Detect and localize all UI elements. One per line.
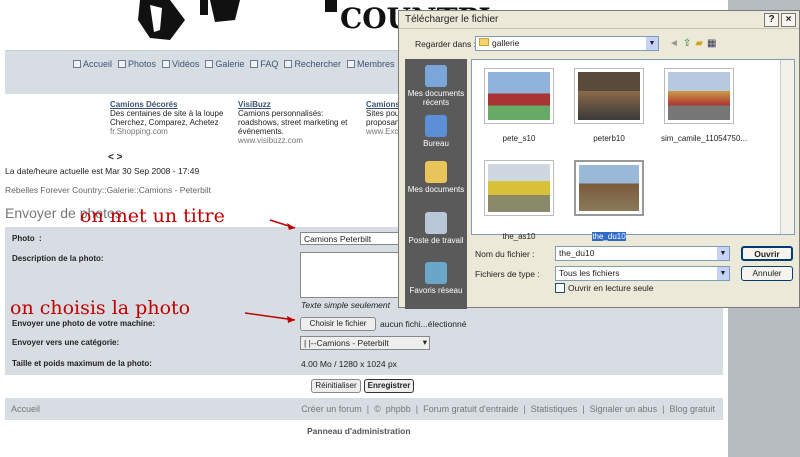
filetype-label: Fichiers de type : (475, 269, 540, 279)
view-menu-icon[interactable]: ▦ (707, 38, 716, 49)
place-network[interactable]: Favoris réseau (405, 262, 467, 295)
search-icon (284, 60, 293, 68)
file-name[interactable]: pete_s10 (474, 134, 564, 143)
forum-footer: Accueil Créer un forum | © phpbb | Forum… (5, 398, 723, 420)
category-label: Envoyer vers une catégorie: (12, 338, 120, 347)
photo-title-input[interactable]: Camions Peterbilt (300, 232, 400, 245)
footer-link[interactable]: Statistiques (531, 404, 578, 414)
size-value: 4.00 Mo / 1280 x 1024 px (301, 359, 397, 369)
footer-link[interactable]: Forum gratuit d'entraide (423, 404, 518, 414)
members-icon (346, 60, 355, 68)
ad-pager[interactable]: < > (108, 152, 122, 163)
nav-rechercher[interactable]: Rechercher (284, 59, 341, 69)
computer-icon (425, 212, 447, 234)
annotation-title: on met un titre (80, 205, 225, 227)
lookin-select[interactable]: gallerie ▼ (475, 36, 659, 51)
filename-input[interactable]: the_du10 ▼ (555, 246, 730, 261)
plain-text-hint: Texte simple seulement (301, 300, 390, 310)
file-thumbnail[interactable] (574, 68, 644, 124)
place-my-documents[interactable]: Mes documents (405, 161, 467, 194)
cancel-button[interactable]: Annuler (741, 266, 793, 281)
open-button[interactable]: Ouvrir (741, 246, 793, 261)
nav-accueil[interactable]: Accueil (73, 59, 112, 69)
description-textarea[interactable] (300, 252, 400, 298)
file-name[interactable]: sim_camile_11054750... (654, 134, 754, 143)
choose-file-button[interactable]: Choisir le fichier (300, 317, 376, 331)
gallery-icon (205, 60, 214, 68)
size-label: Taille et poids maximum de la photo: (12, 359, 152, 368)
place-recent[interactable]: Mes documents récents (405, 65, 467, 107)
photo-icon (118, 60, 127, 68)
readonly-checkbox-row[interactable]: Ouvrir en lecture seule (555, 283, 654, 293)
nav-photos[interactable]: Photos (118, 59, 156, 69)
footer-link[interactable]: Créer un forum (301, 404, 362, 414)
file-thumbnail-selected[interactable] (574, 160, 644, 216)
breadcrumb[interactable]: Rebelles Forever Country::Galerie::Camio… (5, 185, 211, 195)
description-label: Description de la photo: (12, 254, 104, 263)
network-icon (425, 262, 447, 284)
up-folder-icon[interactable]: ⇧ (683, 38, 691, 49)
close-button[interactable]: × (781, 13, 796, 27)
file-name[interactable]: peterb10 (564, 134, 654, 143)
reset-button[interactable]: Réinitialiser (311, 379, 361, 393)
documents-folder-icon (425, 161, 447, 183)
nav-videos[interactable]: Vidéos (162, 59, 199, 69)
video-icon (162, 60, 171, 68)
readonly-checkbox[interactable] (555, 283, 565, 293)
recent-docs-icon (425, 65, 447, 87)
lookin-label: Regarder dans : (415, 39, 476, 49)
places-bar: Mes documents récents Bureau Mes documen… (405, 59, 467, 309)
admin-panel-link[interactable]: Panneau d'administration (307, 426, 411, 436)
no-file-selected: aucun fichi...électionné (380, 319, 467, 329)
file-name-selected[interactable]: the_du10 (564, 232, 654, 241)
footer-links: Créer un forum | © phpbb | Forum gratuit… (301, 404, 715, 414)
filename-label: Nom du fichier : (475, 249, 535, 259)
ad-item[interactable]: Camions Décorés Des centaines de site à … (110, 100, 235, 136)
footer-link[interactable]: Blog gratuit (669, 404, 715, 414)
dialog-toolbar: ◄ ⇧ ▰ ▦ (669, 38, 716, 49)
footer-link[interactable]: phpbb (386, 404, 411, 414)
nav-galerie[interactable]: Galerie (205, 59, 244, 69)
chevron-down-icon: ▼ (646, 37, 658, 50)
footer-home-link[interactable]: Accueil (11, 404, 40, 414)
category-select[interactable]: | |--Camions - Peterbilt ▾ (300, 336, 430, 350)
footer-link[interactable]: Signaler un abus (590, 404, 658, 414)
faq-icon (250, 60, 259, 68)
upload-label: Envoyer une photo de votre machine: (12, 319, 156, 328)
copyright-symbol: © (374, 404, 381, 414)
file-upload-dialog: Télécharger le fichier ? × Regarder dans… (398, 10, 800, 309)
file-thumbnail[interactable] (484, 68, 554, 124)
desktop-icon (425, 115, 447, 137)
file-list-scrollbar[interactable] (780, 60, 794, 234)
file-thumbnail[interactable] (484, 160, 554, 216)
file-name[interactable]: the_as10 (474, 232, 564, 241)
annotation-arrows (244, 219, 296, 323)
annotation-photo: on choisis la photo (10, 297, 191, 319)
back-icon[interactable]: ◄ (669, 38, 679, 49)
nav-membres[interactable]: Membres (346, 59, 394, 69)
chevron-down-icon: ▾ (422, 337, 427, 347)
filetype-select[interactable]: Tous les fichiers ▼ (555, 266, 730, 281)
file-thumbnail[interactable] (664, 68, 734, 124)
file-list: pete_s10 peterb10 sim_camile_11054750...… (471, 59, 795, 241)
new-folder-icon[interactable]: ▰ (695, 38, 703, 49)
help-button[interactable]: ? (764, 13, 779, 27)
home-icon (73, 60, 81, 68)
photo-label: Photo (12, 234, 35, 243)
current-date: La date/heure actuelle est Mar 30 Sep 20… (5, 166, 200, 176)
place-desktop[interactable]: Bureau (405, 115, 467, 148)
ad-item[interactable]: VisiBuzz Camions personnalisés: roadshows… (238, 100, 363, 145)
save-button[interactable]: Enregistrer (364, 379, 414, 393)
chevron-down-icon: ▼ (717, 267, 729, 280)
folder-icon (479, 38, 489, 46)
chevron-down-icon: ▼ (717, 247, 729, 260)
place-my-computer[interactable]: Poste de travail (405, 212, 467, 245)
nav-faq[interactable]: FAQ (250, 59, 278, 69)
dialog-title: Télécharger le fichier (399, 11, 799, 29)
close-icon: × (785, 14, 792, 25)
